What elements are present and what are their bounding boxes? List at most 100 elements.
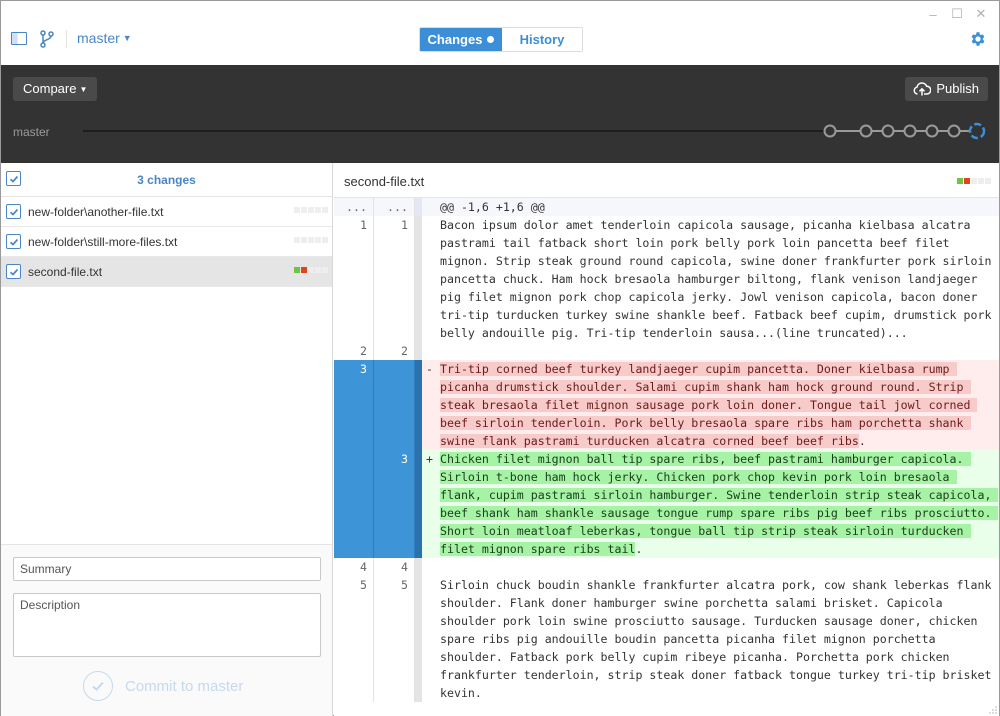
chevron-down-icon: ▼ (79, 85, 88, 94)
diffstat-block-none (294, 237, 300, 243)
diffstat-block-del (964, 178, 970, 184)
diff-filename: second-file.txt (344, 174, 425, 189)
diff-line-content (422, 342, 999, 360)
commit-node[interactable] (947, 124, 961, 138)
diff-line-hunk[interactable]: ...... @@ -1,6 +1,6 @@ (334, 198, 999, 216)
commit-button[interactable]: Commit to master (83, 671, 243, 701)
compare-button[interactable]: Compare ▼ (13, 77, 98, 101)
diffstat-block-none (315, 207, 321, 213)
diff-panel: second-file.txt ...... @@ -1,6 +1,6 @@ 1 1 B… (334, 163, 999, 716)
diff-gutter (415, 198, 422, 216)
diff-gutter (415, 360, 422, 450)
publish-button[interactable]: Publish (905, 77, 988, 101)
file-list-item[interactable]: second-file.txt (1, 257, 332, 287)
diff-line-content: - Tri-tip corned beef turkey landjaeger c… (422, 360, 999, 450)
check-icon (9, 208, 19, 216)
commit-node[interactable] (881, 124, 895, 138)
diff-marker: + (422, 450, 440, 558)
close-button[interactable]: ✕ (969, 5, 993, 23)
diff-line-ctx[interactable]: 22 (334, 342, 999, 360)
diff-gutter (415, 558, 422, 576)
timeline-branch-label: master (13, 125, 50, 139)
toolbar-divider (66, 30, 67, 48)
maximize-button[interactable]: ☐ (945, 5, 969, 23)
minimize-button[interactable]: – (921, 5, 945, 23)
diff-gutter (415, 450, 422, 558)
tab-changes[interactable]: Changes (420, 28, 502, 51)
file-checkbox[interactable] (6, 234, 21, 249)
diff-line-text (440, 558, 999, 576)
chevron-down-icon: ▼ (122, 33, 132, 43)
diffstat-block-add (294, 267, 300, 273)
branch-icon[interactable] (39, 29, 55, 49)
diff-line-ctx[interactable]: 1 1 Bacon ipsum dolor amet tenderloin capi… (334, 216, 999, 342)
diffstat (294, 267, 328, 273)
window-controls: – ☐ ✕ (921, 5, 993, 23)
file-list-item[interactable]: new-folder\another-file.txt (1, 197, 332, 227)
description-input[interactable] (13, 593, 321, 657)
diffstat-block-none (301, 207, 307, 213)
diff-line-text: @@ -1,6 +1,6 @@ (440, 200, 545, 214)
publish-label: Publish (936, 81, 979, 96)
sidebar-toggle-icon[interactable] (11, 32, 27, 45)
diff-line-text: Sirloin chuck boudin shankle frankfurter… (440, 578, 999, 700)
changes-header: 3 changes (1, 163, 332, 197)
commit-timeline[interactable] (83, 120, 989, 142)
file-checkbox[interactable] (6, 264, 21, 279)
diffstat-block-none (301, 237, 307, 243)
tab-history[interactable]: History (502, 28, 582, 51)
commit-node[interactable] (925, 124, 939, 138)
diff-line-del[interactable]: 3- Tri-tip corned beef turkey landjaeger … (334, 360, 999, 450)
current-commit-node[interactable] (968, 122, 986, 140)
tab-changes-label: Changes (427, 32, 483, 47)
diffstat-block-none (315, 237, 321, 243)
diffstat-block-none (308, 237, 314, 243)
diff-gutter (415, 216, 422, 342)
file-list-item[interactable]: new-folder\still-more-files.txt (1, 227, 332, 257)
diff-line-add[interactable]: 3 + Chicken filet mignon ball tip spare ri… (334, 450, 999, 558)
check-icon (9, 238, 19, 246)
gear-icon[interactable] (969, 30, 987, 48)
file-checkbox[interactable] (6, 204, 21, 219)
commit-node[interactable] (903, 124, 917, 138)
diffstat-block-none (978, 178, 984, 184)
file-name: new-folder\still-more-files.txt (28, 235, 178, 249)
diff-line-ctx[interactable]: 44 (334, 558, 999, 576)
diffstat-block-none (294, 207, 300, 213)
diff-marker (422, 576, 440, 702)
compare-bar: Compare ▼ Publish master (1, 65, 999, 163)
diff-marker: - (422, 360, 440, 450)
diff-line-content: Bacon ipsum dolor amet tenderloin capico… (422, 216, 999, 342)
commit-node[interactable] (823, 124, 837, 138)
old-line-number: 1 (334, 216, 374, 342)
changes-count: 3 changes (137, 173, 196, 187)
resize-grip-icon[interactable] (989, 706, 997, 714)
summary-input[interactable] (13, 557, 321, 581)
diffstat-block-none (322, 237, 328, 243)
diffstat-block-none (315, 267, 321, 273)
view-tabs: Changes History (419, 27, 583, 52)
branch-selector[interactable]: master ▼ (77, 30, 132, 46)
tab-history-label: History (519, 32, 565, 47)
diff-line-ctx[interactable]: 5 5 Sirloin chuck boudin shankle frankfurt… (334, 576, 999, 702)
diffstat-block-none (971, 178, 977, 184)
check-circle-icon (83, 671, 113, 701)
diff-view[interactable]: ...... @@ -1,6 +1,6 @@ 1 1 Bacon ipsum dolor… (334, 198, 999, 716)
diff-line-text: Tri-tip corned beef turkey landjaeger cu… (440, 362, 978, 448)
old-line-number (334, 450, 374, 558)
diffstat-block-del (301, 267, 307, 273)
branch-name: master (77, 30, 120, 46)
diff-line-content: @@ -1,6 +1,6 @@ (422, 198, 999, 216)
diff-line-text: Bacon ipsum dolor amet tenderloin capico… (440, 218, 999, 340)
diff-marker (422, 342, 440, 360)
diff-line-content: Sirloin chuck boudin shankle frankfurter… (422, 576, 999, 702)
diff-marker (422, 198, 440, 216)
commit-node[interactable] (859, 124, 873, 138)
file-list: new-folder\another-file.txt new-folder\st… (1, 197, 332, 287)
diffstat-block-none (308, 267, 314, 273)
check-icon (9, 268, 19, 276)
old-line-number: ... (334, 198, 374, 216)
old-line-number: 3 (334, 360, 374, 450)
diff-line-text (440, 342, 999, 360)
diff-line-content (422, 558, 999, 576)
